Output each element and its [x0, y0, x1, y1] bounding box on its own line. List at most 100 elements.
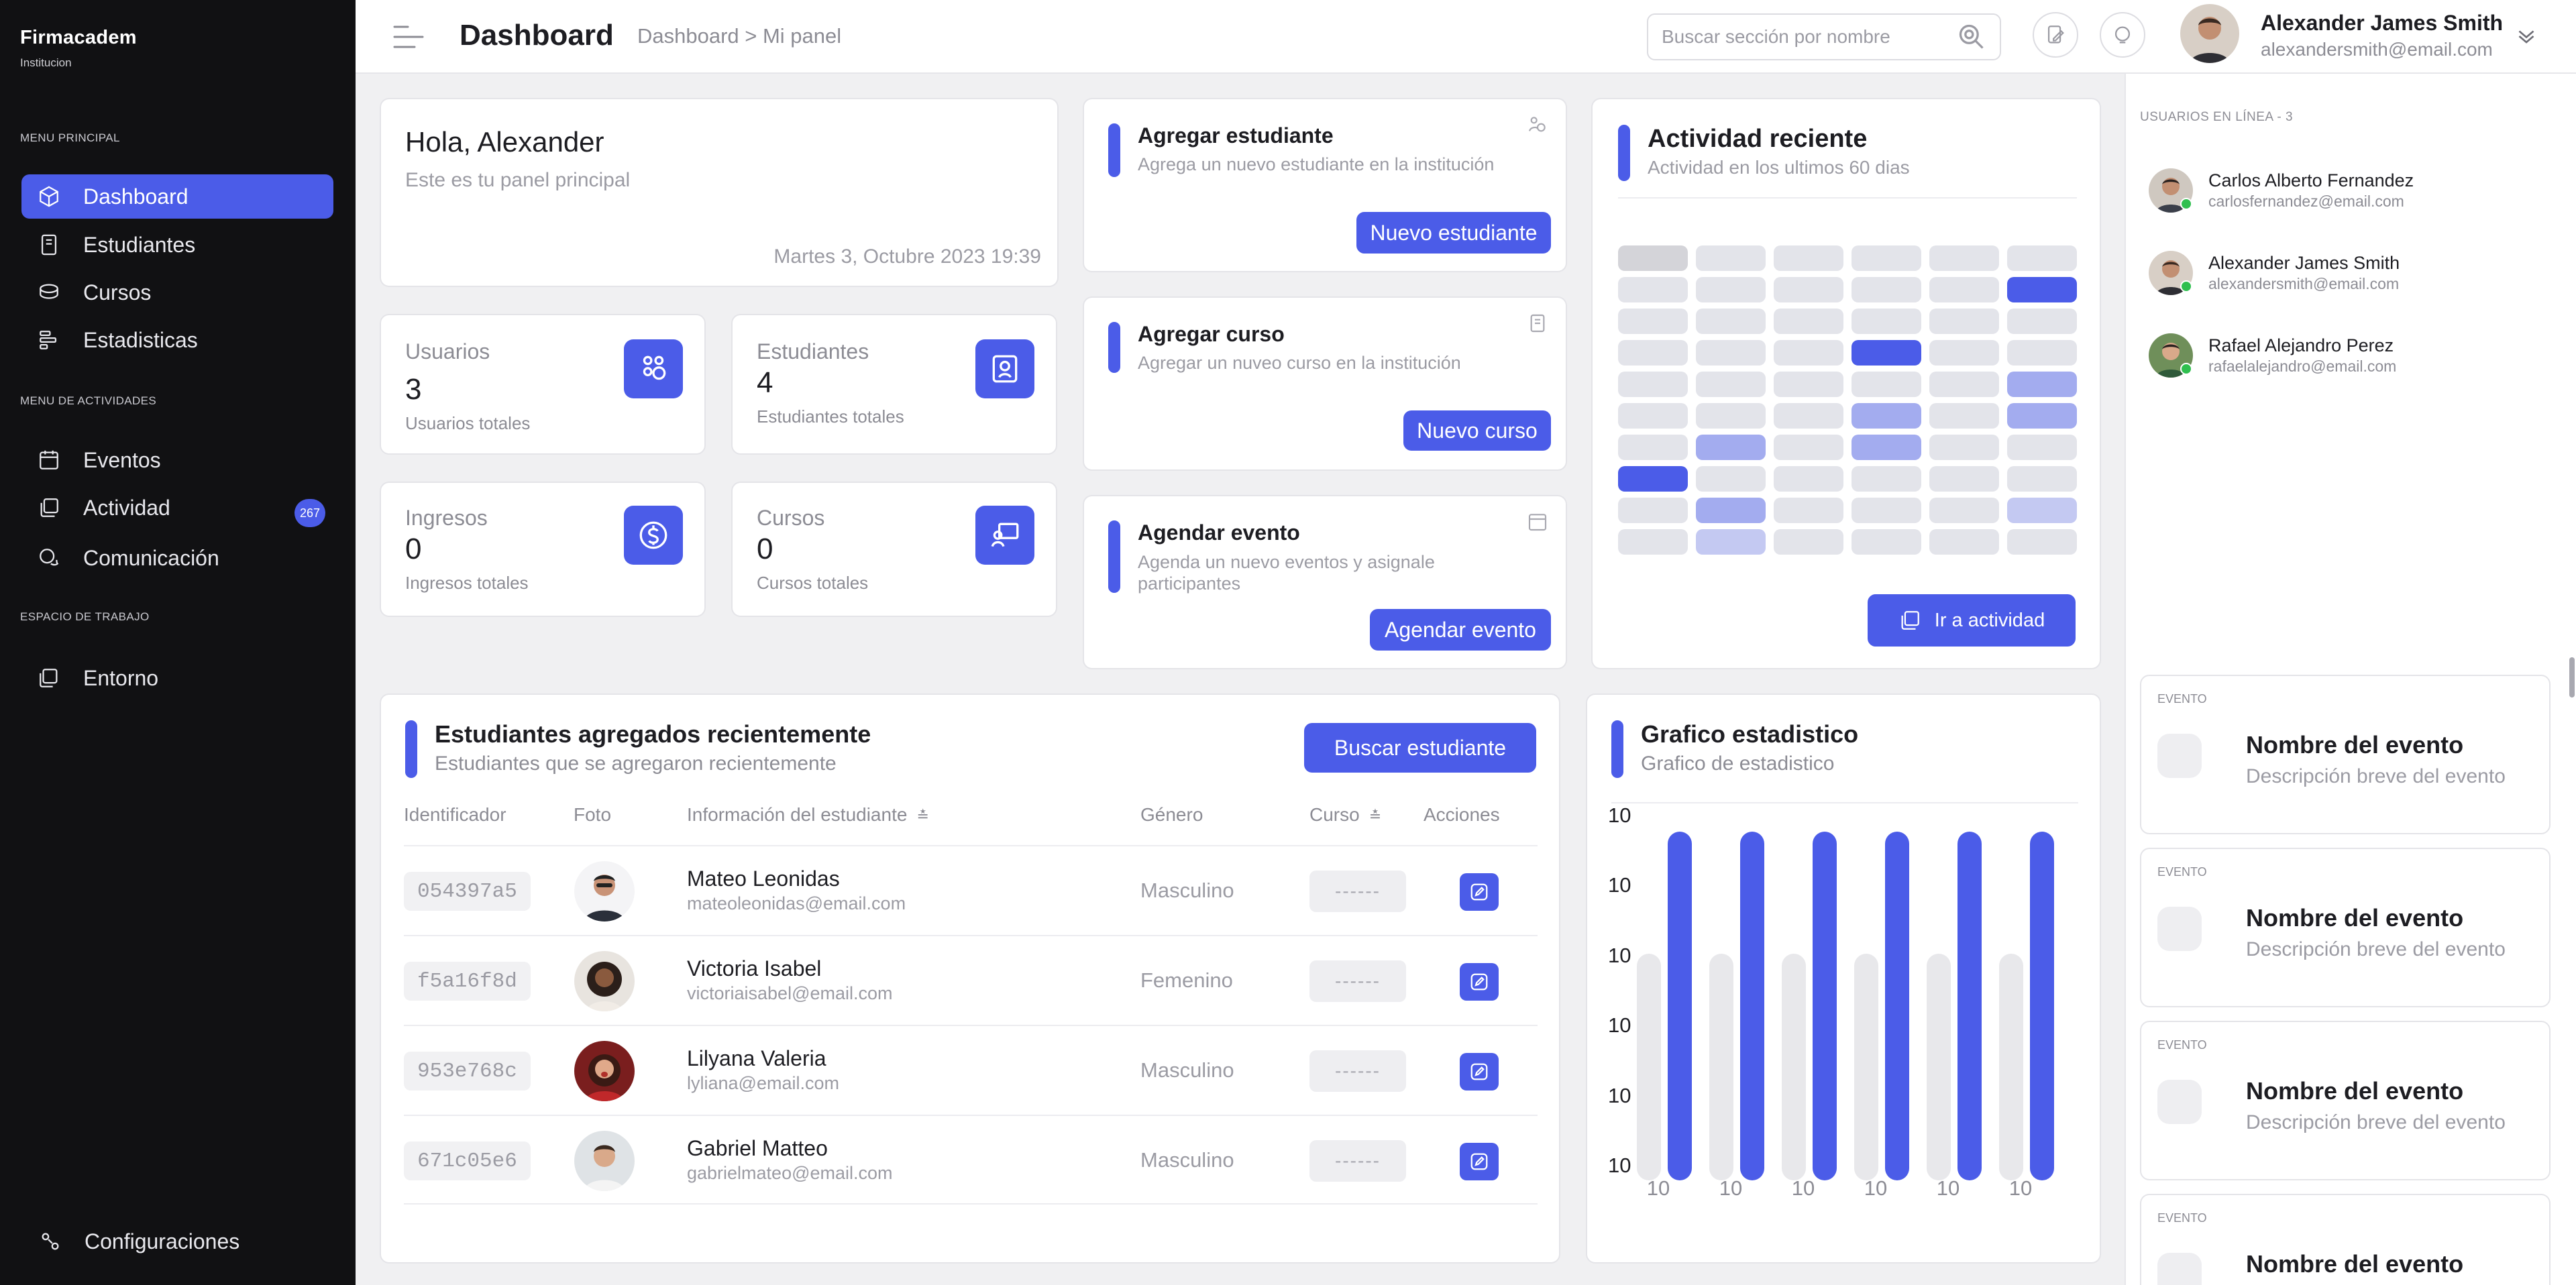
y-tick-label: 10 — [1608, 1013, 1631, 1038]
search-placeholder: Buscar sección por nombre — [1662, 26, 1890, 47]
student-course: ------ — [1309, 960, 1406, 1002]
sidebar-item-dashboard[interactable]: Dashboard — [21, 174, 333, 219]
breadcrumb[interactable]: Dashboard > Mi panel — [637, 24, 841, 48]
scrollbar-thumb[interactable] — [2569, 657, 2575, 697]
stat-desc: Estudiantes totales — [757, 406, 904, 427]
chevron-down-icon[interactable] — [2514, 24, 2538, 48]
online-user-name[interactable]: Rafael Alejandro Perez — [2208, 335, 2394, 356]
search-input[interactable]: Buscar sección por nombre — [1647, 13, 2001, 60]
activity-cell — [1618, 309, 1688, 334]
activity-cell — [1774, 245, 1843, 271]
activity-cell — [1774, 498, 1843, 523]
users-stat-button[interactable] — [624, 339, 683, 398]
activity-cell — [1618, 498, 1688, 523]
activity-cell — [1696, 466, 1766, 492]
activity-cell — [2007, 498, 2077, 523]
table-row: 054397a5 Mateo Leonidas mateoleonidas@em… — [404, 845, 1538, 935]
new-course-button[interactable]: Nuevo curso — [1403, 410, 1551, 451]
activity-cell — [1696, 340, 1766, 366]
chart-title: Grafico estadistico — [1641, 720, 1859, 748]
greeting: Hola, Alexander — [405, 126, 604, 158]
new-student-button[interactable]: Nuevo estudiante — [1356, 212, 1551, 254]
table-row: 953e768c Lilyana Valeria lyliana@email.c… — [404, 1025, 1538, 1115]
chart-bar — [1885, 832, 1909, 1180]
activity-cell — [1618, 340, 1688, 366]
online-user-name[interactable]: Alexander James Smith — [2208, 253, 2400, 274]
card-title: Agregar curso — [1138, 322, 1285, 346]
activity-cell — [1696, 498, 1766, 523]
copy-icon — [1901, 611, 1919, 630]
student-name: Lilyana Valeria — [687, 1046, 826, 1070]
card-title: Agregar estudiante — [1138, 123, 1334, 148]
online-user-name[interactable]: Carlos Alberto Fernandez — [2208, 170, 2414, 191]
accent-bar — [1108, 123, 1120, 177]
copy-icon — [40, 498, 58, 517]
accent-bar — [405, 720, 417, 778]
sidebar-item-stats[interactable]: Estadisticas — [21, 318, 333, 362]
current-date: Martes 3, Octubre 2023 19:39 — [773, 245, 1041, 268]
event-card[interactable]: EVENTO Nombre del evento — [2140, 1194, 2551, 1285]
activity-cell — [1774, 529, 1843, 555]
event-card[interactable]: EVENTO Nombre del evento Descripción bre… — [2140, 1021, 2551, 1180]
edit-button[interactable] — [1460, 1143, 1499, 1180]
sidebar-item-settings[interactable]: Configuraciones — [23, 1219, 335, 1264]
stat-label: Cursos — [757, 506, 825, 530]
activity-cell — [1696, 245, 1766, 271]
student-id: 953e768c — [404, 1052, 531, 1091]
sidebar-item-label: Actividad — [83, 495, 170, 520]
event-thumbnail — [2157, 734, 2202, 778]
courses-stat-button[interactable] — [975, 506, 1034, 565]
schedule-event-card: Agendar evento Agenda un nuevo eventos y… — [1083, 495, 1567, 669]
x-tick-label: 10 — [1864, 1176, 1888, 1200]
activity-cell — [1929, 372, 1999, 397]
stat-desc: Ingresos totales — [405, 573, 529, 593]
schedule-event-button[interactable]: Agendar evento — [1370, 609, 1551, 651]
teacher-icon — [991, 522, 1019, 547]
user-name: Alexander James Smith — [2261, 11, 2504, 35]
stat-card-students: Estudiantes 4 Estudiantes totales — [731, 314, 1057, 455]
students-stat-button[interactable] — [975, 339, 1034, 398]
student-gender: Masculino — [1140, 1058, 1234, 1082]
activity-cell — [1618, 529, 1688, 555]
activity-cell — [1696, 309, 1766, 334]
sidebar-item-students[interactable]: Estudiantes — [21, 223, 333, 267]
activity-cell — [1618, 372, 1688, 397]
book-icon — [41, 234, 57, 256]
table-row: f5a16f8d Victoria Isabel victoriaisabel@… — [404, 935, 1538, 1025]
welcome-card: Hola, Alexander Este es tu panel princip… — [380, 98, 1059, 287]
menu-icon[interactable] — [390, 20, 427, 54]
sidebar-item-environment[interactable]: Entorno — [21, 656, 333, 700]
student-photo — [574, 1131, 635, 1191]
sidebar-item-activity[interactable]: Actividad 267 — [21, 486, 333, 530]
chart-bar — [1668, 832, 1692, 1180]
go-to-activity-button[interactable]: Ir a actividad — [1868, 594, 2076, 647]
sidebar-item-courses[interactable]: Cursos — [21, 270, 333, 315]
divider — [1618, 197, 2077, 199]
column-header-course[interactable]: Curso ≛ — [1309, 804, 1381, 826]
sidebar-item-communication[interactable]: Comunicación — [21, 536, 333, 580]
stat-label: Usuarios — [405, 339, 490, 364]
button-label: Ir a actividad — [1934, 609, 2045, 631]
x-tick-label: 10 — [1646, 1176, 1670, 1200]
event-card[interactable]: EVENTO Nombre del evento Descripción bre… — [2140, 848, 2551, 1007]
edit-button[interactable] — [1460, 873, 1499, 911]
search-student-button[interactable]: Buscar estudiante — [1304, 723, 1536, 773]
sidebar-item-events[interactable]: Eventos — [21, 438, 333, 482]
user-avatar[interactable] — [2180, 4, 2239, 63]
column-header-info[interactable]: Información del estudiante ≛ — [687, 804, 929, 826]
y-tick-label: 10 — [1608, 1154, 1631, 1177]
dollar-icon — [639, 521, 667, 549]
stat-card-users: Usuarios 3 Usuarios totales — [380, 314, 706, 455]
notifications-button[interactable] — [2100, 12, 2145, 58]
event-title: Nombre del evento — [2246, 904, 2464, 932]
edit-doc-button[interactable] — [2033, 12, 2078, 58]
edit-button[interactable] — [1460, 1053, 1499, 1091]
event-card[interactable]: EVENTO Nombre del evento Descripción bre… — [2140, 675, 2551, 834]
activity-cell — [1696, 403, 1766, 429]
activity-cell — [1929, 435, 1999, 460]
settings-icon — [42, 1233, 59, 1250]
edit-button[interactable] — [1460, 963, 1499, 1001]
income-stat-button[interactable] — [624, 506, 683, 565]
activity-cell — [1774, 309, 1843, 334]
activity-cell — [2007, 340, 2077, 366]
